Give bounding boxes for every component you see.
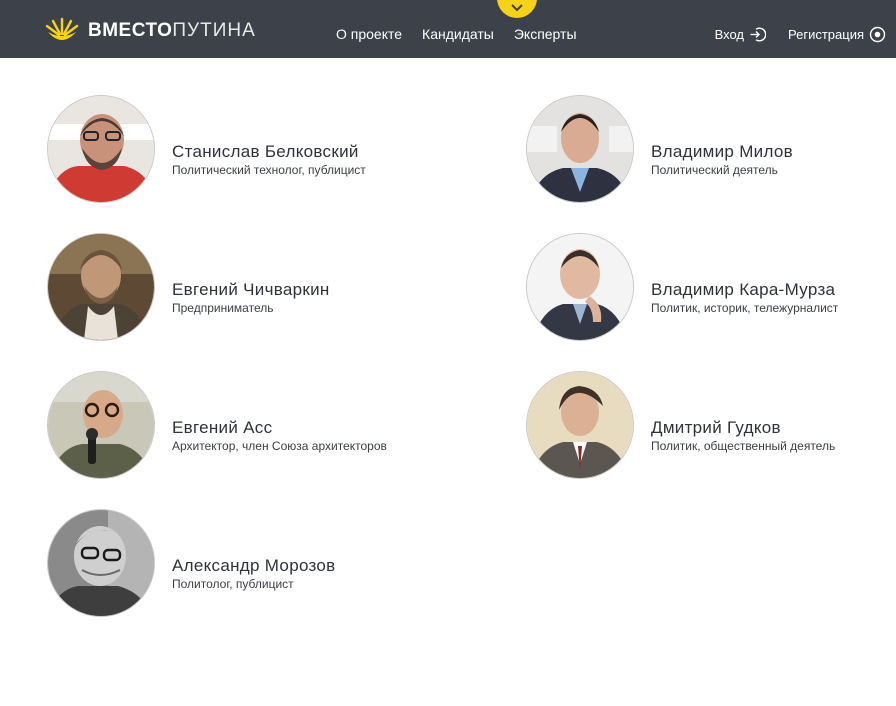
- expert-avatar[interactable]: [47, 233, 155, 341]
- expert-card: Станислав Белковский Политический технол…: [47, 95, 467, 205]
- expert-role: Архитектор, член Союза архитекторов: [172, 439, 387, 453]
- portrait-photo: [48, 372, 154, 478]
- chevron-down-icon: [511, 4, 523, 12]
- expert-name[interactable]: Дмитрий Гудков: [651, 418, 781, 438]
- expert-role: Политик, историк, тележурналист: [651, 301, 839, 315]
- portrait-photo: [527, 96, 633, 202]
- register-icon: [869, 26, 886, 43]
- expert-role: Политический технолог, публицист: [172, 163, 366, 177]
- nav-item-candidates[interactable]: Кандидаты: [422, 26, 494, 42]
- expert-name[interactable]: Владимир Кара-Мурза: [651, 280, 835, 300]
- expert-role: Политолог, публицист: [172, 577, 294, 591]
- portrait-photo: [48, 510, 154, 616]
- expert-name[interactable]: Евгений Асс: [172, 418, 272, 438]
- expert-role: Предприниматель: [172, 301, 274, 315]
- expert-card: Евгений Асс Архитектор, член Союза архит…: [47, 371, 467, 481]
- expert-role: Политический деятель: [651, 163, 778, 177]
- expert-card: Владимир Кара-Мурза Политик, историк, те…: [526, 233, 896, 343]
- site-name-bold: ВМЕСТО: [88, 20, 173, 41]
- expert-name[interactable]: Евгений Чичваркин: [172, 280, 330, 300]
- expert-avatar[interactable]: [526, 95, 634, 203]
- user-actions: Вход Регистрация: [715, 26, 886, 43]
- expert-name[interactable]: Станислав Белковский: [172, 142, 359, 162]
- expert-role: Политик, общественный деятель: [651, 439, 836, 453]
- login-label: Вход: [714, 27, 744, 42]
- expert-avatar[interactable]: [526, 371, 634, 479]
- portrait-photo: [48, 234, 154, 340]
- expert-card: Евгений Чичваркин Предприниматель: [47, 233, 467, 343]
- nav-item-experts[interactable]: Эксперты: [514, 26, 577, 42]
- login-icon: [750, 27, 766, 42]
- expert-card: Дмитрий Гудков Политик, общественный дея…: [526, 371, 896, 481]
- register-button[interactable]: Регистрация: [788, 26, 886, 43]
- login-button[interactable]: Вход: [715, 26, 766, 43]
- expert-avatar[interactable]: [526, 233, 634, 341]
- expert-avatar[interactable]: [47, 509, 155, 617]
- register-label: Регистрация: [788, 27, 864, 42]
- sun-logo-icon: [45, 17, 79, 40]
- site-name-light: ПУТИНА: [172, 20, 256, 41]
- top-navigation-bar: ВМЕСТОПУТИНА О проекте Кандидаты Эксперт…: [0, 0, 896, 58]
- expert-avatar[interactable]: [47, 95, 155, 203]
- site-name: ВМЕСТОПУТИНА: [88, 20, 256, 42]
- portrait-photo: [527, 372, 633, 478]
- expert-card: Александр Морозов Политолог, публицист: [47, 509, 467, 619]
- expert-name[interactable]: Владимир Милов: [651, 142, 793, 162]
- expert-card: Владимир Милов Политический деятель: [526, 95, 896, 205]
- portrait-photo: [48, 96, 154, 202]
- site-logo[interactable]: ВМЕСТОПУТИНА: [44, 16, 256, 46]
- main-nav: О проекте Кандидаты Эксперты: [336, 26, 577, 42]
- nav-item-about[interactable]: О проекте: [336, 26, 402, 42]
- expert-avatar[interactable]: [47, 371, 155, 479]
- expert-name[interactable]: Александр Морозов: [172, 556, 336, 576]
- portrait-photo: [527, 234, 633, 340]
